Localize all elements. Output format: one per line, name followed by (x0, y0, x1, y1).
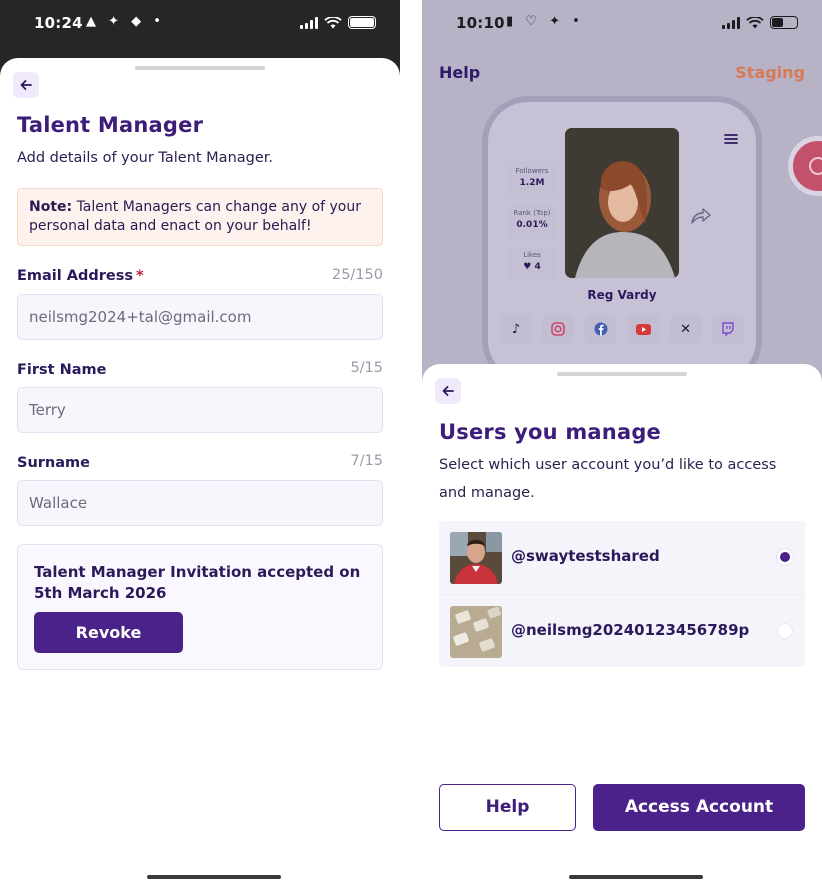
access-account-button[interactable]: Access Account (593, 784, 805, 831)
profile-name: Reg Vardy (587, 288, 657, 302)
user-row-swaytestshared[interactable]: @swaytestshared (439, 521, 805, 594)
first-name-label: First Name (17, 362, 107, 378)
page-subtitle: Add details of your Talent Manager. (17, 150, 274, 166)
stat-likes: Likes ♥ 4 (507, 246, 557, 282)
stat-rank: Rank (Top) 0.01% (507, 204, 557, 240)
sheet-grabber[interactable] (557, 372, 687, 376)
instagram-icon[interactable] (542, 314, 575, 344)
unselected-radio[interactable] (777, 623, 793, 639)
selected-radio[interactable] (777, 549, 793, 565)
status-bar: 10:10 ▮ ♡ ✦ • (422, 0, 822, 48)
invitation-card: Talent Manager Invitation accepted on 5t… (17, 544, 383, 670)
revoke-button[interactable]: Revoke (34, 612, 183, 653)
back-button[interactable] (13, 72, 39, 98)
help-button[interactable]: Help (439, 784, 576, 831)
avatar (450, 532, 502, 584)
sheet-title: Users you manage (439, 420, 661, 444)
stat-value: 0.01% (516, 220, 548, 230)
back-button[interactable] (435, 378, 461, 404)
email-field[interactable]: neilsmg2024+tal@gmail.com (17, 294, 383, 340)
stat-value: 1.2M (519, 178, 545, 188)
managed-users-list: @swaytestshared @neilsmg20240123456789p (439, 521, 805, 667)
stat-label: Rank (Top) (513, 209, 551, 217)
signal-icon (722, 16, 740, 29)
first-name-field[interactable]: Terry (17, 387, 383, 433)
avatar (450, 606, 502, 658)
wifi-icon (324, 16, 342, 28)
stat-label: Likes (523, 251, 541, 259)
user-handle: @swaytestshared (511, 547, 660, 565)
arrow-left-icon (442, 386, 454, 396)
email-label: Email Address * (17, 268, 144, 284)
user-row-neilsmg[interactable]: @neilsmg20240123456789p (439, 594, 805, 667)
social-links: ♪ ✕ (500, 314, 744, 344)
status-time: 10:10 (456, 14, 505, 32)
add-icon (809, 157, 822, 175)
wifi-icon (746, 16, 764, 28)
users-you-manage-sheet: Users you manage Select which user accou… (422, 364, 822, 889)
add-fab-button[interactable] (788, 136, 822, 196)
screen-divider (400, 0, 422, 889)
notification-icons: ▮ ♡ ✦ • (506, 14, 584, 29)
user-handle: @neilsmg20240123456789p (511, 621, 750, 639)
required-mark: * (136, 268, 144, 284)
menu-icon[interactable] (722, 132, 740, 146)
twitch-icon[interactable] (711, 314, 744, 344)
battery-icon (348, 16, 376, 29)
sheet-grabber[interactable] (135, 66, 265, 70)
notification-icons: ▲ ✦ ◆ • (86, 14, 165, 29)
surname-label: Surname (17, 455, 90, 471)
status-time: 10:24 (34, 14, 83, 32)
surname-field[interactable]: Wallace (17, 480, 383, 526)
home-indicator (147, 875, 281, 879)
battery-icon (770, 16, 798, 29)
youtube-icon[interactable] (627, 314, 660, 344)
signal-icon (300, 16, 318, 29)
staging-label: Staging (735, 63, 805, 82)
first-name-counter: 5/15 (350, 360, 383, 376)
talent-manager-screen: 10:24 ▲ ✦ ◆ • Talent Manager Add details… (0, 0, 400, 889)
email-counter: 25/150 (331, 267, 383, 283)
status-indicators (722, 16, 798, 29)
invitation-status: Talent Manager Invitation accepted on 5t… (34, 563, 361, 602)
page-title: Talent Manager (17, 113, 204, 137)
facebook-icon[interactable] (584, 314, 617, 344)
stat-value: ♥ 4 (523, 262, 541, 272)
status-bar: 10:24 ▲ ✦ ◆ • (0, 0, 400, 48)
tiktok-icon[interactable]: ♪ (500, 314, 532, 344)
note-text: Talent Managers can change any of your p… (29, 199, 361, 234)
talent-manager-sheet: Talent Manager Add details of your Talen… (0, 58, 400, 889)
profile-stats: Followers 1.2M Rank (Top) 0.01% Likes ♥ 4 (507, 162, 557, 282)
stat-followers: Followers 1.2M (507, 162, 557, 198)
note-label: Note: (29, 199, 73, 215)
email-label-text: Email Address (17, 268, 134, 284)
status-indicators (300, 16, 376, 29)
x-icon[interactable]: ✕ (669, 314, 702, 344)
arrow-left-icon (20, 80, 32, 90)
share-icon[interactable] (690, 206, 712, 226)
help-link[interactable]: Help (439, 63, 480, 82)
surname-counter: 7/15 (350, 453, 383, 469)
home-indicator (569, 875, 703, 879)
profile-photo (565, 128, 679, 278)
sheet-subtitle: Select which user account you’d like to … (439, 457, 777, 501)
stat-label: Followers (515, 167, 549, 175)
users-you-manage-screen: 10:10 ▮ ♡ ✦ • Help Staging Followers 1.2M… (422, 0, 822, 889)
note-banner: Note: Talent Managers can change any of … (17, 188, 383, 246)
